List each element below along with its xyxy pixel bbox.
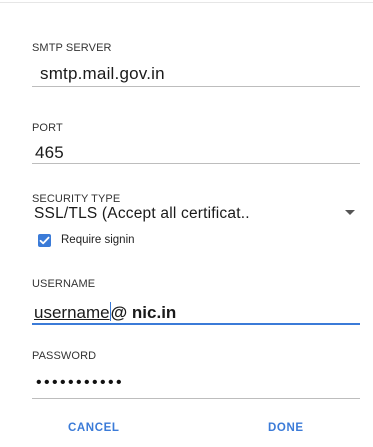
password-underline [32, 398, 360, 399]
password-label: PASSWORD [32, 350, 97, 362]
smtp-server-label: SMTP SERVER [32, 42, 112, 54]
dropdown-arrow-icon[interactable] [345, 210, 355, 215]
username-field[interactable]: username@ nic.in [34, 302, 176, 323]
username-text-part: username [34, 303, 110, 322]
dialog-top-divider [0, 2, 373, 3]
security-type-label: SECURITY TYPE [32, 193, 121, 205]
security-type-select[interactable]: SSL/TLS (Accept all certificat.. [34, 205, 250, 223]
password-field[interactable]: ••••••••••• [36, 374, 124, 392]
smtp-server-underline [32, 86, 360, 87]
username-domain-part: @ nic.in [110, 303, 177, 322]
require-signin-label[interactable]: Require signin [61, 234, 135, 246]
smtp-settings-dialog: SMTP SERVER smtp.mail.gov.in PORT 465 SE… [0, 0, 373, 447]
smtp-server-field[interactable]: smtp.mail.gov.in [40, 64, 165, 84]
checkmark-icon [39, 236, 50, 245]
cancel-button[interactable]: CANCEL [68, 422, 120, 434]
done-button[interactable]: DONE [268, 422, 304, 434]
username-label: USERNAME [32, 278, 96, 290]
port-label: PORT [32, 122, 63, 134]
port-field[interactable]: 465 [35, 143, 64, 163]
username-underline [32, 323, 360, 325]
require-signin-checkbox[interactable] [38, 234, 51, 247]
port-underline [32, 163, 360, 164]
